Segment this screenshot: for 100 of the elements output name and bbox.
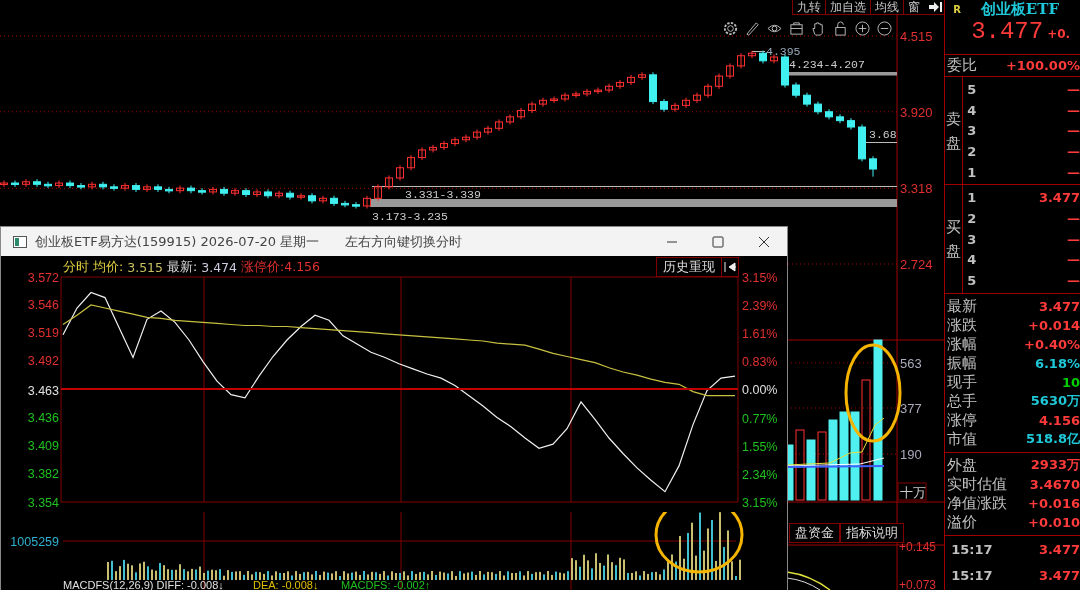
candle bbox=[726, 62, 734, 80]
quote-label: 溢价 bbox=[947, 512, 978, 532]
window-hint: 左右方向键切换分时 bbox=[345, 232, 463, 251]
order-rank: 3 bbox=[967, 231, 977, 247]
candle bbox=[759, 50, 767, 64]
briefcase-icon[interactable] bbox=[789, 21, 805, 36]
volume-axis-label: 563 bbox=[900, 356, 922, 371]
order-rank: 1 bbox=[967, 190, 977, 206]
candle bbox=[748, 50, 756, 59]
quote-value: 4.156 bbox=[1038, 412, 1080, 428]
collapse-icon[interactable] bbox=[722, 257, 739, 277]
quote-label: 涨停 bbox=[947, 410, 978, 430]
quote-value: 3.4670 bbox=[1029, 476, 1080, 492]
quote-value: +0.010 bbox=[1028, 514, 1080, 530]
price-axis-label: 3.920 bbox=[900, 104, 933, 120]
order-price: — bbox=[1067, 252, 1080, 268]
candle bbox=[737, 52, 745, 69]
candle bbox=[242, 187, 250, 198]
quote-label: 市值 bbox=[947, 429, 978, 449]
volume-axis-label: 377 bbox=[900, 401, 922, 416]
candle bbox=[363, 195, 371, 209]
order-price: — bbox=[1067, 231, 1080, 247]
candle bbox=[495, 118, 503, 132]
quote-label: 涨幅 bbox=[947, 334, 978, 354]
candle bbox=[693, 92, 701, 104]
candle bbox=[660, 98, 668, 113]
candle bbox=[781, 53, 789, 89]
order-rank: 5 bbox=[967, 81, 977, 97]
quote-value: 3.477 bbox=[1038, 298, 1080, 314]
candle bbox=[638, 71, 646, 81]
price-axis-label: 3.318 bbox=[900, 181, 933, 197]
candle bbox=[286, 190, 294, 201]
chart-mode: 分时 bbox=[63, 258, 89, 276]
percent-axis-label: 0.83% bbox=[742, 355, 778, 370]
indicator-button[interactable]: 指标说明 bbox=[840, 523, 904, 543]
quote-label: 实时估值 bbox=[947, 474, 1008, 494]
zoom-out-icon[interactable] bbox=[877, 21, 893, 36]
history-replay-button[interactable]: 历史重现 bbox=[656, 257, 722, 277]
candle bbox=[154, 183, 162, 193]
order-rank: 4 bbox=[967, 102, 977, 118]
price-axis-label: 2.724 bbox=[900, 257, 933, 272]
candle bbox=[715, 73, 723, 90]
quote-value: +0.016 bbox=[1028, 495, 1080, 511]
quote-value: 2933万 bbox=[1030, 456, 1080, 475]
price-axis-label: 3.382 bbox=[27, 467, 59, 482]
average-price-label: 均价: bbox=[93, 258, 124, 276]
percent-axis-label: 2.34% bbox=[742, 467, 778, 482]
quote-label: 外盘 bbox=[947, 455, 978, 475]
window-title: 创业板ETF易方达(159915) 2026-07-20 星期一 bbox=[35, 232, 320, 251]
price-annotation: 3.173-3.235 bbox=[372, 210, 448, 223]
order-price: — bbox=[1067, 123, 1080, 139]
candle bbox=[550, 95, 558, 104]
indicator-button[interactable]: 盘资金 bbox=[789, 523, 840, 543]
order-price: — bbox=[1067, 102, 1080, 118]
order-rank: 2 bbox=[967, 210, 977, 226]
pen-icon[interactable] bbox=[745, 21, 761, 36]
quote-value: +0.014 bbox=[1028, 317, 1080, 333]
candle bbox=[33, 178, 41, 188]
candle bbox=[825, 108, 833, 120]
candle bbox=[627, 74, 635, 86]
candle bbox=[803, 92, 811, 108]
candle bbox=[374, 183, 382, 202]
current-price: 3.477 bbox=[971, 18, 1044, 45]
candle bbox=[22, 178, 30, 188]
price-axis-label: 3.463 bbox=[27, 383, 59, 398]
candle bbox=[176, 185, 184, 194]
candle bbox=[385, 174, 393, 190]
trade-time: 15:17 bbox=[951, 542, 993, 558]
price-axis-label: 3.409 bbox=[27, 439, 59, 454]
trade-time: 15:17 bbox=[951, 568, 993, 584]
order-rank: 1 bbox=[967, 164, 977, 180]
candle bbox=[847, 117, 855, 131]
percent-axis-label: 1.55% bbox=[742, 439, 778, 454]
candle bbox=[99, 181, 107, 190]
candle bbox=[649, 71, 657, 105]
price-annotation: 4.234-4.207 bbox=[789, 58, 865, 71]
zoom-in-icon[interactable] bbox=[855, 21, 871, 36]
candle bbox=[198, 187, 206, 195]
limit-price: 涨停价:4.156 bbox=[241, 258, 321, 276]
candle bbox=[407, 154, 415, 171]
quote-label: 涨跌 bbox=[947, 315, 978, 335]
price-axis-label: 3.546 bbox=[27, 297, 59, 312]
candle bbox=[539, 97, 547, 108]
candle bbox=[132, 182, 140, 193]
order-rank: 4 bbox=[967, 252, 977, 268]
quote-label: 现手 bbox=[947, 372, 978, 392]
settings-icon[interactable] bbox=[723, 21, 739, 36]
candle bbox=[264, 188, 272, 199]
candle bbox=[869, 155, 877, 178]
candle bbox=[121, 182, 129, 192]
candle bbox=[484, 125, 492, 136]
quote-label: 最新 bbox=[947, 296, 978, 316]
candle bbox=[561, 92, 569, 103]
candle bbox=[671, 102, 679, 113]
trade-price: 3.477 bbox=[1038, 568, 1080, 584]
candle bbox=[396, 164, 404, 181]
exit-icon[interactable] bbox=[928, 1, 943, 13]
candle bbox=[836, 113, 844, 124]
lock-icon[interactable] bbox=[833, 21, 849, 36]
price-axis-label: 4.515 bbox=[900, 29, 933, 44]
